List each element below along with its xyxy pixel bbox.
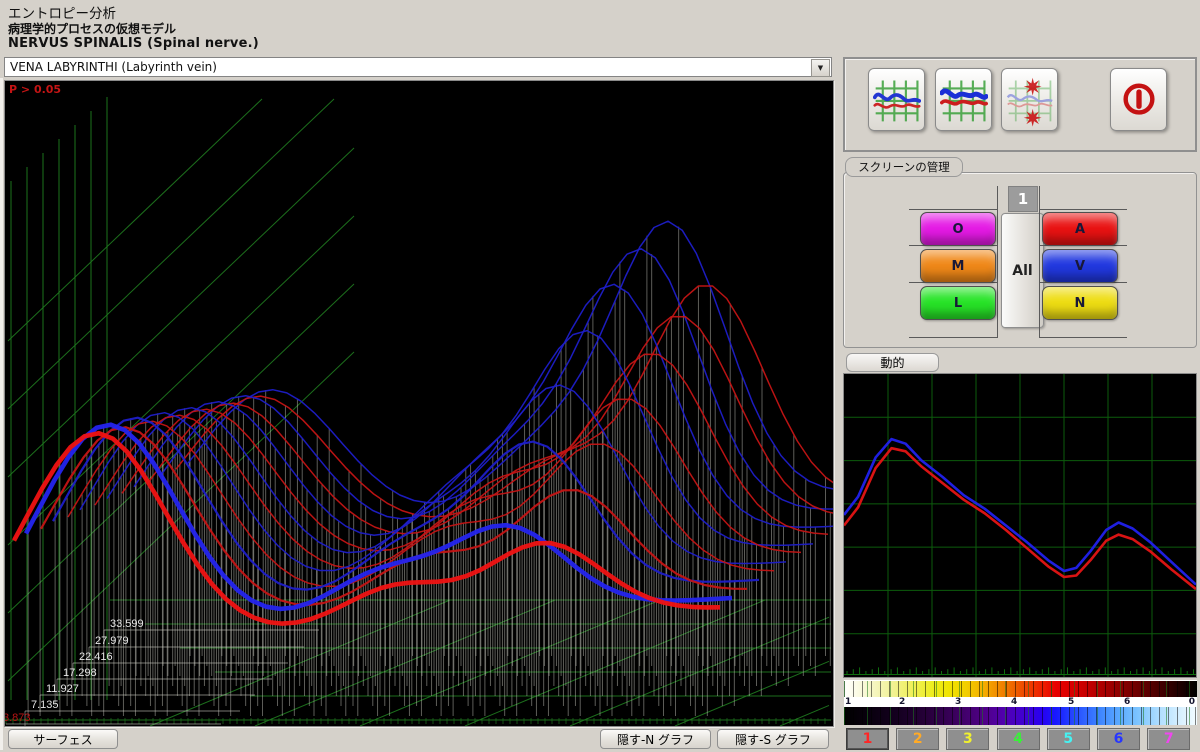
pvalue-annotation: P > 0.05 [9, 83, 61, 96]
scale-number: 0 [1189, 697, 1195, 707]
palette-row: 1234567 [843, 728, 1197, 749]
vessel-dropdown[interactable]: VENA LABYRINTHI (Labyrinth vein) ▼ [4, 57, 832, 77]
model-name: NERVUS SPINALIS (Spinal nerve.) [8, 36, 259, 51]
axis-label: 3.873 [5, 712, 31, 724]
mini-chart-canvas [844, 374, 1196, 677]
page-subtitle: 病理学的プロセスの仮想モデル [8, 20, 176, 37]
window-edge [0, 78, 3, 750]
heat-scale-warm [844, 680, 1197, 698]
screen-manager-tab: スクリーンの管理 [845, 157, 963, 177]
separator-line [909, 209, 997, 210]
bold-graph-icon [940, 73, 988, 127]
all-screens-button[interactable]: All [1001, 213, 1044, 328]
screen-manager-panel: 1 All OML AVN [843, 172, 1197, 348]
screen-manager-title: スクリーンの管理 [858, 159, 949, 175]
screen-button-A[interactable]: A [1042, 212, 1118, 246]
app-window: エントロピー分析 病理学的プロセスの仮想モデル NERVUS SPINALIS … [0, 0, 1200, 752]
screen-button-L[interactable]: L [920, 286, 996, 320]
bold-graph-button[interactable] [935, 68, 992, 131]
separator-line [1040, 337, 1127, 338]
scale-number: 5 [1068, 697, 1074, 707]
surface-button[interactable]: サーフェス [8, 729, 118, 749]
significance-graph-icon [1006, 73, 1054, 127]
palette-button-2[interactable]: 2 [896, 728, 939, 750]
palette-button-4[interactable]: 4 [997, 728, 1040, 750]
axis-label: 33.599 [110, 618, 144, 630]
significance-star-icon [1023, 77, 1041, 95]
page-title: エントロピー分析 [8, 2, 116, 22]
heat-scale-cool-green-ticks [844, 707, 1197, 725]
surface-plot[interactable]: 33.599 27.979 22.416 17.298 11.927 7.1353.873… [4, 80, 834, 727]
axis-label: 22.416 [79, 651, 113, 663]
palette-button-1[interactable]: 1 [846, 728, 889, 750]
page-badge: 1 [1008, 186, 1038, 212]
axis-label: 17.298 [63, 667, 97, 679]
palette-button-3[interactable]: 3 [946, 728, 989, 750]
toolbar-panel [843, 57, 1197, 152]
heat-scale-warm-green-ticks [844, 681, 1197, 698]
screen-button-V[interactable]: V [1042, 249, 1118, 283]
scale-number: 4 [1011, 697, 1017, 707]
mini-chart [843, 373, 1197, 678]
palette-button-6[interactable]: 6 [1097, 728, 1140, 750]
axis-label: 7.135 [31, 699, 59, 711]
significance-star-icon [1023, 108, 1041, 126]
line-graph-button[interactable] [868, 68, 925, 131]
dropdown-arrow-icon[interactable]: ▼ [811, 59, 830, 77]
scale-number: 2 [899, 697, 905, 707]
axis-label: 27.979 [95, 635, 129, 647]
separator-line [997, 186, 998, 338]
dynamic-button[interactable]: 動的 [846, 353, 939, 372]
palette-button-7[interactable]: 7 [1147, 728, 1190, 750]
line-graph-icon [873, 73, 921, 127]
separator-line [1039, 186, 1040, 338]
axis-label: 11.927 [46, 683, 79, 695]
screen-button-M[interactable]: M [920, 249, 996, 283]
screen-button-O[interactable]: O [920, 212, 996, 246]
significance-graph-button[interactable] [1001, 68, 1058, 131]
separator-line [1040, 209, 1127, 210]
separator-line [909, 337, 997, 338]
palette-button-5[interactable]: 5 [1047, 728, 1090, 750]
vessel-dropdown-value: VENA LABYRINTHI (Labyrinth vein) [10, 59, 217, 76]
scale-number: 6 [1124, 697, 1130, 707]
scale-number: 3 [955, 697, 961, 707]
heat-scale-cool [844, 707, 1197, 725]
hide-n-graph-button[interactable]: 隠す-N グラフ [600, 729, 711, 749]
scale-ruler: 1 2 3 4 5 6 0 [844, 697, 1197, 707]
power-button[interactable] [1110, 68, 1167, 131]
hide-s-graph-button[interactable]: 隠す-S グラフ [717, 729, 829, 749]
surface-plot-canvas: 33.599 27.979 22.416 17.298 11.927 7.1353.873 [5, 81, 833, 726]
scale-number: 1 [845, 697, 851, 707]
screen-button-N[interactable]: N [1042, 286, 1118, 320]
power-icon [1115, 73, 1163, 127]
